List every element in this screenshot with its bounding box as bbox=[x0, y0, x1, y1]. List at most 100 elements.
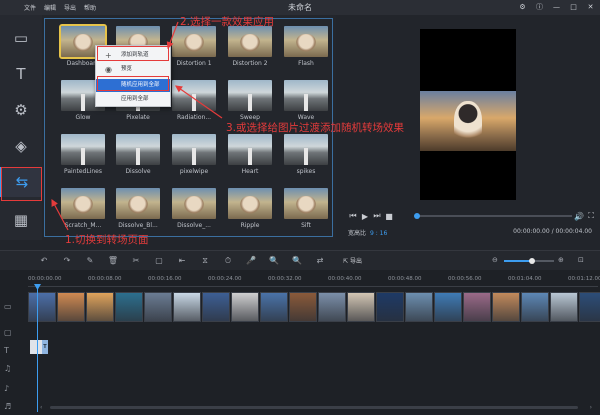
scroll-right-icon[interactable]: › bbox=[590, 404, 592, 411]
zoom-in-icon[interactable]: ⊕ bbox=[558, 256, 564, 264]
transition-thumbnail[interactable] bbox=[228, 80, 272, 111]
transition-tile[interactable]: Dissolve_Bl... bbox=[116, 188, 160, 229]
progress-knob[interactable] bbox=[414, 213, 420, 219]
video-clip[interactable] bbox=[579, 292, 600, 322]
video-clip[interactable] bbox=[492, 292, 520, 322]
video-clip[interactable] bbox=[405, 292, 433, 322]
text-clip-handle[interactable]: T bbox=[42, 340, 48, 354]
zoom-slider[interactable] bbox=[504, 258, 554, 264]
transition-tile[interactable]: Wave bbox=[284, 80, 328, 121]
redo-icon[interactable]: ↷ bbox=[61, 256, 73, 265]
menu-file[interactable]: 文件 bbox=[24, 3, 36, 12]
mic-icon[interactable]: 🎤 bbox=[245, 256, 257, 265]
video-clip[interactable] bbox=[550, 292, 578, 322]
video-clip[interactable] bbox=[144, 292, 172, 322]
video-clip[interactable] bbox=[318, 292, 346, 322]
maximize-icon[interactable]: □ bbox=[568, 2, 579, 13]
transition-thumbnail[interactable] bbox=[116, 134, 160, 165]
sidebar-item-filters[interactable]: ⚙ bbox=[10, 99, 32, 121]
aspect-ratio[interactable]: 宽高比 9 : 16 bbox=[348, 228, 387, 237]
transition-tile[interactable]: Sift bbox=[284, 188, 328, 229]
transition-thumbnail[interactable] bbox=[284, 134, 328, 165]
sidebar-item-overlays[interactable]: ◈ bbox=[10, 135, 32, 157]
transition-tile[interactable]: Distortion 1 bbox=[172, 26, 216, 67]
text-clip[interactable]: TT bbox=[30, 340, 48, 354]
transition-tile[interactable]: Scratch_M... bbox=[61, 188, 105, 229]
video-clip[interactable] bbox=[28, 292, 56, 322]
transition-tile[interactable]: Heart bbox=[228, 134, 272, 175]
zoom-out-icon[interactable]: ⊖ bbox=[492, 256, 498, 264]
playback-progress[interactable] bbox=[414, 213, 572, 219]
transition-thumbnail[interactable] bbox=[172, 80, 216, 111]
transition-tile[interactable]: spikes bbox=[284, 134, 328, 175]
video-clip[interactable] bbox=[521, 292, 549, 322]
transition-thumbnail[interactable] bbox=[116, 188, 160, 219]
transition-tile[interactable]: Flash bbox=[284, 26, 328, 67]
freeze-icon[interactable]: ⧖ bbox=[199, 256, 211, 266]
next-icon[interactable]: ⏭ bbox=[372, 211, 382, 221]
transition-thumbnail[interactable] bbox=[284, 26, 328, 57]
cut-icon[interactable]: ✂ bbox=[130, 256, 142, 265]
menu-edit[interactable]: 编辑 bbox=[44, 3, 56, 12]
crop-icon[interactable]: ▢ bbox=[153, 256, 165, 265]
transition-tile[interactable]: PaintedLines bbox=[61, 134, 105, 175]
delete-icon[interactable]: 🗑 bbox=[107, 256, 119, 265]
minimize-icon[interactable]: — bbox=[551, 2, 562, 13]
stop-icon[interactable]: ■ bbox=[384, 212, 394, 221]
settings-icon[interactable]: ⚙ bbox=[517, 2, 528, 13]
menu-preview[interactable]: ◉ 预览 bbox=[96, 63, 170, 76]
fullscreen-icon[interactable]: ⛶ bbox=[586, 211, 596, 221]
menu-export[interactable]: 导出 bbox=[64, 3, 76, 12]
volume-icon[interactable]: 🔊 bbox=[574, 212, 584, 221]
scroll-thumb[interactable] bbox=[50, 406, 578, 409]
info-icon[interactable]: ⓘ bbox=[534, 2, 545, 13]
video-clip[interactable] bbox=[86, 292, 114, 322]
transition-tile[interactable]: Distortion 2 bbox=[228, 26, 272, 67]
sidebar-item-media[interactable]: ▭ bbox=[10, 27, 32, 49]
undo-icon[interactable]: ↶ bbox=[38, 256, 50, 265]
transition-thumbnail[interactable] bbox=[61, 188, 105, 219]
transition-thumbnail[interactable] bbox=[228, 188, 272, 219]
fit-icon[interactable]: ⊡ bbox=[578, 256, 584, 264]
video-clip[interactable] bbox=[463, 292, 491, 322]
transition-tile[interactable]: Dissolve_... bbox=[172, 188, 216, 229]
play-icon[interactable]: ▶ bbox=[360, 212, 370, 221]
transition-thumbnail[interactable] bbox=[228, 26, 272, 57]
menu-apply-all[interactable]: 应用到全部 bbox=[96, 93, 170, 106]
transition-thumbnail[interactable] bbox=[61, 134, 105, 165]
video-clip[interactable] bbox=[115, 292, 143, 322]
transition-thumbnail[interactable] bbox=[284, 80, 328, 111]
video-clip[interactable] bbox=[289, 292, 317, 322]
transition-tile[interactable]: Ripple bbox=[228, 188, 272, 229]
video-clip[interactable] bbox=[202, 292, 230, 322]
transition-tile[interactable]: Dissolve bbox=[116, 134, 160, 175]
video-clip[interactable] bbox=[434, 292, 462, 322]
transition-thumbnail[interactable] bbox=[284, 188, 328, 219]
video-clip[interactable] bbox=[57, 292, 85, 322]
duration-icon[interactable]: ⏱ bbox=[222, 256, 234, 266]
video-clip[interactable] bbox=[376, 292, 404, 322]
transition-tile[interactable]: Sweep bbox=[228, 80, 272, 121]
split-icon[interactable]: ⇤ bbox=[176, 256, 188, 265]
playhead[interactable] bbox=[37, 286, 38, 412]
sidebar-item-elements[interactable]: ▦ bbox=[10, 209, 32, 231]
scroll-left-icon[interactable]: ‹ bbox=[40, 404, 42, 411]
video-clip[interactable] bbox=[173, 292, 201, 322]
video-clip[interactable] bbox=[231, 292, 259, 322]
timeline-scrollbar[interactable]: ‹ › bbox=[40, 404, 592, 411]
menu-help[interactable]: 帮助 bbox=[84, 3, 96, 12]
zoom-out-tool-icon[interactable]: 🔍 bbox=[291, 256, 303, 265]
transition-thumbnail[interactable] bbox=[172, 26, 216, 57]
previous-icon[interactable]: ⏮ bbox=[348, 211, 358, 221]
transition-tile[interactable]: pixelwipe bbox=[172, 134, 216, 175]
zoom-in-tool-icon[interactable]: 🔍 bbox=[268, 256, 280, 265]
export-button[interactable]: ⇱ 导出 bbox=[343, 256, 362, 265]
transition-tile[interactable]: Radiation... bbox=[172, 80, 216, 121]
video-clip[interactable] bbox=[260, 292, 288, 322]
transition-thumbnail[interactable] bbox=[172, 188, 216, 219]
transition-thumbnail[interactable] bbox=[172, 134, 216, 165]
edit-icon[interactable]: ✎ bbox=[84, 256, 96, 265]
sidebar-item-text[interactable]: T bbox=[10, 63, 32, 85]
zoom-knob[interactable] bbox=[529, 258, 535, 264]
close-icon[interactable]: ✕ bbox=[585, 2, 596, 13]
